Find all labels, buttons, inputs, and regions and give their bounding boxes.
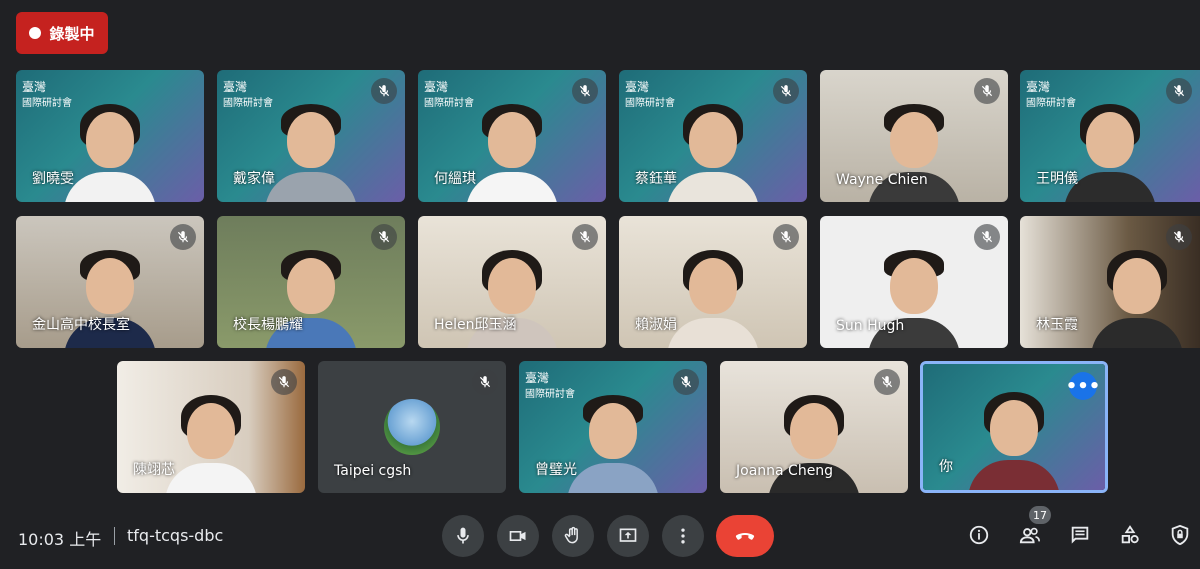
participant-name: Helen邱玉涵 (434, 317, 517, 333)
participant-name: 戴家偉 (233, 171, 275, 187)
divider (114, 527, 115, 545)
activities-button[interactable] (1115, 520, 1145, 550)
participant-video (1091, 240, 1183, 348)
participant-tile[interactable]: 校長楊鵬耀 (217, 216, 405, 348)
present-screen-icon (619, 528, 637, 542)
participant-name: 林玉霞 (1036, 317, 1078, 333)
participant-name: 王明儀 (1036, 171, 1078, 187)
participant-tile[interactable]: Joanna Cheng (720, 361, 908, 493)
mic-off-icon (974, 224, 1000, 250)
participant-name: 何縕琪 (434, 171, 476, 187)
participant-name: 陳翊芯 (133, 462, 175, 478)
info-icon (969, 525, 989, 545)
mic-off-icon (572, 224, 598, 250)
mic-off-icon (1166, 224, 1192, 250)
hand-icon (564, 526, 578, 544)
participant-video (265, 94, 357, 202)
participant-name: Wayne Chien (836, 172, 928, 188)
people-icon (1019, 527, 1040, 544)
mic-off-icon (773, 78, 799, 104)
participant-tile[interactable]: 賴淑娟 (619, 216, 807, 348)
participant-name: 曾璧光 (535, 462, 577, 478)
chat-button[interactable] (1065, 520, 1095, 550)
mic-off-icon (371, 78, 397, 104)
participant-grid: 臺灣 國際研討會 劉曉雯 臺灣 國際研討會 戴家偉 臺灣 國際研討會 何縕琪 臺… (0, 0, 1200, 500)
host-controls-button[interactable] (1165, 520, 1195, 550)
participant-name: 你 (939, 459, 953, 475)
participant-name: 賴淑娟 (635, 317, 677, 333)
mic-off-icon (673, 369, 699, 395)
more-options-button[interactable] (662, 515, 704, 557)
participant-tile[interactable]: 臺灣 國際研討會 蔡鈺華 (619, 70, 807, 202)
camera-icon (509, 531, 526, 541)
participant-tile[interactable]: Taipei cgsh (318, 361, 506, 493)
participant-name: 劉曉雯 (32, 171, 74, 187)
participant-tile[interactable]: 臺灣 國際研討會 曾璧光 (519, 361, 707, 493)
bottom-toolbar: 10:03 上午 tfq-tcqs-dbc 17 (0, 500, 1200, 569)
activities-icon (1121, 525, 1139, 544)
chat-icon (1071, 526, 1089, 544)
mic-off-icon (1166, 78, 1192, 104)
end-call-button[interactable] (716, 515, 774, 557)
participant-video (466, 94, 558, 202)
participant-video (968, 382, 1060, 490)
participant-name: 蔡鈺華 (635, 171, 677, 187)
participant-tile[interactable]: 臺灣 國際研討會 何縕琪 (418, 70, 606, 202)
meeting-time: 10:03 上午 (18, 530, 102, 549)
participant-count-badge: 17 (1029, 506, 1051, 524)
participant-name: Taipei cgsh (334, 463, 412, 479)
people-button[interactable] (1015, 520, 1045, 550)
participant-tile[interactable]: Helen邱玉涵 (418, 216, 606, 348)
participant-name: Sun Hugh (836, 318, 905, 334)
mic-off-icon (974, 78, 1000, 104)
participant-video (165, 385, 257, 493)
participant-tile[interactable]: 臺灣 國際研討會 王明儀 (1020, 70, 1200, 202)
mic-off-icon (371, 224, 397, 250)
participant-tile[interactable]: 臺灣 國際研討會 劉曉雯 (16, 70, 204, 202)
mic-off-icon (170, 224, 196, 250)
meeting-info-button[interactable] (964, 520, 994, 550)
raise-hand-button[interactable] (552, 515, 594, 557)
more-options-icon[interactable]: ••• (1066, 372, 1100, 400)
host-controls-icon (1171, 524, 1189, 546)
participant-name: 校長楊鵬耀 (233, 317, 303, 333)
mic-off-icon (472, 369, 498, 395)
end-call-icon (735, 533, 755, 540)
participant-tile[interactable]: 陳翊芯 (117, 361, 305, 493)
participant-tile[interactable]: 金山高中校長室 (16, 216, 204, 348)
microphone-icon (457, 527, 469, 544)
participant-tile[interactable]: 林玉霞 (1020, 216, 1200, 348)
participant-tile[interactable]: Sun Hugh (820, 216, 1008, 348)
more-options-icon (681, 528, 685, 544)
mic-off-icon (773, 224, 799, 250)
microphone-button[interactable] (442, 515, 484, 557)
participant-name: Joanna Cheng (736, 463, 834, 479)
participant-video (567, 385, 659, 493)
meeting-code: tfq-tcqs-dbc (127, 526, 224, 545)
participant-video (667, 94, 759, 202)
mic-off-icon (572, 78, 598, 104)
participant-tile[interactable]: Wayne Chien (820, 70, 1008, 202)
participant-name: 金山高中校長室 (32, 317, 130, 333)
camera-button[interactable] (497, 515, 539, 557)
present-button[interactable] (607, 515, 649, 557)
mic-off-icon (874, 369, 900, 395)
mic-off-icon (271, 369, 297, 395)
participant-tile[interactable]: 臺灣 國際研討會 戴家偉 (217, 70, 405, 202)
self-view-tile[interactable]: 你 ••• (920, 361, 1108, 493)
avatar (384, 399, 440, 455)
participant-video (667, 240, 759, 348)
participant-video (64, 94, 156, 202)
